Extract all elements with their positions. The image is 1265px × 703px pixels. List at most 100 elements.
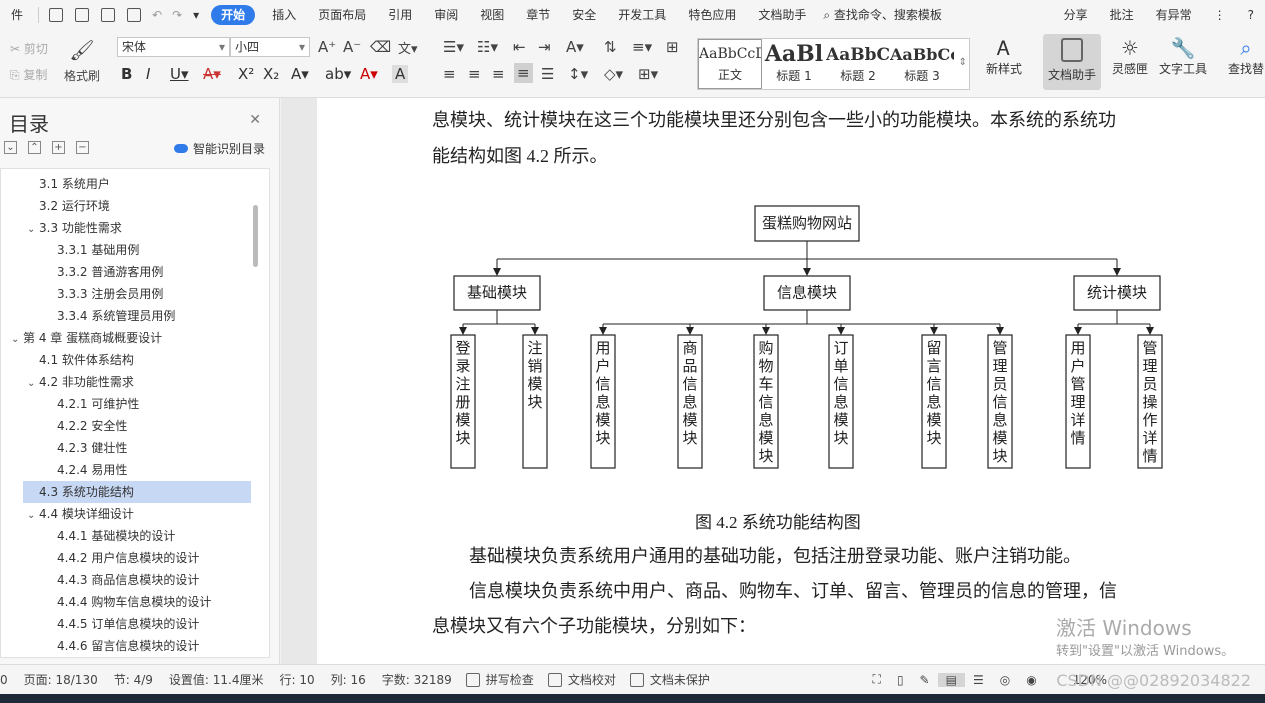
proofread-button[interactable]: 文档校对 [568,671,624,688]
new-style-button[interactable]: Ꭺ 新样式 [975,34,1033,90]
toc-item[interactable]: 3.3.4 系统管理员用例 [1,305,251,327]
tab-insert[interactable]: 插入 [261,0,307,30]
toc-item[interactable]: 4.4.3 商品信息模块的设计 [1,569,251,591]
print-icon[interactable] [101,8,116,22]
style-heading-1[interactable]: AaBl 标题 1 [762,39,826,89]
toc-item[interactable]: ⌄ 第 4 章 蛋糕商城概要设计 [1,327,251,349]
command-search[interactable]: ⌕ 查找命令、搜索模板 [817,0,948,30]
shading-icon[interactable]: ◇▾ [604,65,623,83]
toc-item[interactable]: ⌄ 4.2 非功能性需求 [1,371,251,393]
spell-check-button[interactable]: 拼写检查 [486,671,542,688]
quick-access-dropdown-icon[interactable]: ▾ [187,0,205,30]
style-normal[interactable]: AaBbCcDd 正文 [698,39,762,89]
justify-icon[interactable]: ≡ [514,63,533,83]
status-words[interactable]: 字数: 32189 [374,671,460,688]
align-right-icon[interactable]: ≡ [492,65,505,83]
close-icon[interactable]: ✕ [249,112,261,128]
protect-status[interactable]: 文档未保护 [650,671,718,688]
comment-button[interactable]: 批注 [1099,0,1145,30]
decrease-indent-icon[interactable]: ⇤ [513,38,526,56]
remove-heading-icon[interactable]: − [76,141,89,154]
font-color-icon[interactable]: A▾ [360,65,378,83]
paragraph-spacing-icon[interactable]: ↕▾ [568,65,588,83]
status-setting[interactable]: 设置值: 11.4厘米 [161,671,272,688]
status-row[interactable]: 行: 10 [271,671,322,688]
chevron-down-icon[interactable]: ⌄ [27,373,39,395]
distribute-icon[interactable]: ☰ [541,65,554,83]
tab-features[interactable]: 特色应用 [677,0,747,30]
font-name-select[interactable]: 宋体 ▾ [117,37,230,57]
doc-assistant-button[interactable]: 文档助手 [1043,34,1101,90]
help-icon[interactable]: ? [1237,0,1265,30]
status-page[interactable]: 页面: 18/130 [16,671,106,688]
table-border-icon[interactable]: ⊞ [666,38,679,56]
font-size-select[interactable]: 小四 ▾ [230,37,310,57]
char-shading-icon[interactable]: A [392,65,409,83]
toc-item[interactable]: 4.2.3 健壮性 [1,437,251,459]
toc-item[interactable]: 4.4.6 留言信息模块的设计 [1,635,251,657]
collapse-all-icon[interactable]: ⌄ [4,141,17,154]
reading-mode-icon[interactable]: ▯ [889,673,912,687]
undo-icon[interactable]: ↶ [147,0,167,30]
superscript-icon[interactable]: X² [238,65,254,83]
gallery-scroll-icon[interactable]: ⇕ [959,57,967,68]
smart-toc-button[interactable]: 智能识别目录 [174,140,265,157]
cut-button[interactable]: ✂ 剪切 [10,40,48,57]
toc-item[interactable]: 3.2 运行环境 [1,195,251,217]
phonetic-icon[interactable]: 文▾ [398,38,418,57]
format-painter-label[interactable]: 格式刷 [64,67,100,84]
toc-item[interactable]: 4.2.1 可维护性 [1,393,251,415]
toc-item[interactable]: 4.2.2 安全性 [1,415,251,437]
align-left-icon[interactable]: ≡ [443,65,456,83]
save-icon[interactable] [49,8,64,22]
chevron-down-icon[interactable]: ⌄ [27,219,39,241]
tab-doc-assistant[interactable]: 文档助手 [747,0,817,30]
chevron-down-icon[interactable]: ⌄ [27,505,39,527]
toc-item[interactable]: 4.3 系统功能结构 [23,481,251,503]
tab-references[interactable]: 引用 [377,0,423,30]
toc-item[interactable]: 4.4.2 用户信息模块的设计 [1,547,251,569]
sort-icon[interactable]: ⇅ [604,38,617,56]
tab-view[interactable]: 视图 [469,0,515,30]
fullscreen-icon[interactable]: ⛶ [865,672,889,687]
sync-status-button[interactable]: 有异常 [1145,0,1203,30]
expand-up-icon[interactable]: ⌃ [28,141,41,154]
eye-care-icon[interactable]: ◉ [1018,673,1044,687]
toc-item[interactable]: ⌄ 4.4 模块详细设计 [1,503,251,525]
toc-item[interactable]: ⌄ 3.3 功能性需求 [1,217,251,239]
tab-review[interactable]: 审阅 [423,0,469,30]
export-icon[interactable] [75,8,90,22]
inspiration-button[interactable]: ☼ 灵感匣 [1101,34,1159,90]
status-section[interactable]: 节: 4/9 [106,671,161,688]
italic-icon[interactable]: I [146,65,150,83]
tab-security[interactable]: 安全 [561,0,607,30]
clear-format-icon[interactable]: ⌫ [370,38,391,56]
numbered-list-icon[interactable]: ☷▾ [477,38,498,56]
outline-view-icon[interactable]: ☰ [965,673,992,687]
print-preview-icon[interactable] [127,8,142,22]
format-painter-icon[interactable]: 🖌 [64,38,100,62]
chinese-layout-icon[interactable]: A▾ [566,38,584,56]
shrink-font-icon[interactable]: A⁻ [343,38,361,56]
text-tools-button[interactable]: 🔧 文字工具 [1152,34,1214,90]
toc-item[interactable]: 4.4.1 基础模块的设计 [1,525,251,547]
grow-font-icon[interactable]: A⁺ [318,38,336,56]
redo-icon[interactable]: ↷ [167,0,187,30]
add-heading-icon[interactable]: + [52,141,65,154]
copy-button[interactable]: ⎘ 复制 [10,66,47,83]
status-col[interactable]: 列: 16 [323,671,374,688]
toc-item[interactable]: 4.4.5 订单信息模块的设计 [1,613,251,635]
document-page[interactable]: 息模块、统计模块在这三个功能模块里还分别包含一些小的功能模块。本系统的系统功 能… [317,98,1265,664]
find-replace-button[interactable]: ⌕ 查找替 [1226,34,1265,90]
tab-start[interactable]: 开始 [211,5,256,25]
bold-icon[interactable]: B [121,65,132,83]
subscript-icon[interactable]: X₂ [263,65,279,83]
toc-item[interactable]: 4.2.4 易用性 [1,459,251,481]
menu-file[interactable]: 件 [0,0,34,30]
bullet-list-icon[interactable]: ☰▾ [443,38,464,56]
share-button[interactable]: 分享 [1053,0,1099,30]
web-view-icon[interactable]: ◎ [992,673,1018,687]
tab-page-layout[interactable]: 页面布局 [307,0,377,30]
toc-scrollbar[interactable] [253,205,258,267]
align-center-icon[interactable]: ≡ [468,65,481,83]
